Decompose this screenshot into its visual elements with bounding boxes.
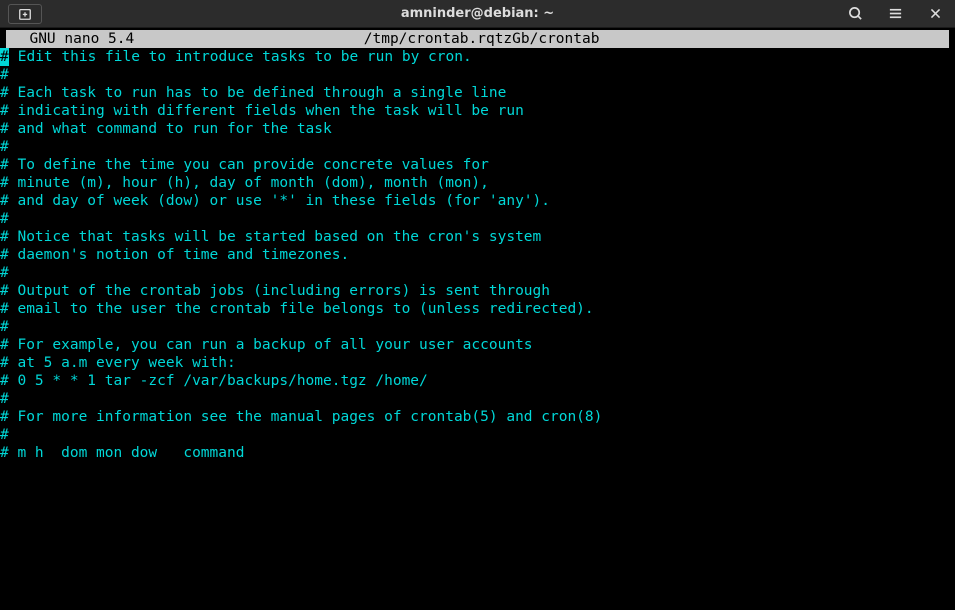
line-text: 0 5 * * 1 tar -zcf /var/backups/home.tgz… <box>17 373 427 389</box>
editor-line: # daemon's notion of time and timezones. <box>0 246 955 264</box>
line-text: For more information see the manual page… <box>17 409 602 425</box>
editor-line: # <box>0 426 955 444</box>
editor-line: # minute (m), hour (h), day of month (do… <box>0 174 955 192</box>
editor-line: # <box>0 264 955 282</box>
cursor: # <box>0 48 9 66</box>
nano-filepath: /tmp/crontab.rqtzGb/crontab <box>14 30 949 48</box>
search-icon <box>848 6 863 21</box>
new-tab-button[interactable] <box>8 4 42 24</box>
editor-line: # and day of week (dow) or use '*' in th… <box>0 192 955 210</box>
line-text: m h dom mon dow command <box>17 445 244 461</box>
editor-line: # 0 5 * * 1 tar -zcf /var/backups/home.t… <box>0 372 955 390</box>
hamburger-icon <box>888 6 903 21</box>
editor-line: # <box>0 138 955 156</box>
editor-line: # To define the time you can provide con… <box>0 156 955 174</box>
editor-line: # <box>0 66 955 84</box>
line-text: Edit this file to introduce tasks to be … <box>18 49 472 65</box>
new-tab-icon <box>18 7 32 21</box>
window-titlebar: amninder@debian: ~ <box>0 0 955 28</box>
editor-line: # <box>0 390 955 408</box>
editor-line: # For more information see the manual pa… <box>0 408 955 426</box>
editor-line: # at 5 a.m every week with: <box>0 354 955 372</box>
editor-line: # <box>0 210 955 228</box>
line-text: For example, you can run a backup of all… <box>17 337 532 353</box>
editor-line: # For example, you can run a backup of a… <box>0 336 955 354</box>
terminal-area[interactable]: GNU nano 5.4 /tmp/crontab.rqtzGb/crontab… <box>0 30 955 462</box>
editor-line: # and what command to run for the task <box>0 120 955 138</box>
editor-line: # Output of the crontab jobs (including … <box>0 282 955 300</box>
line-text: email to the user the crontab file belon… <box>17 301 593 317</box>
nano-header-bar: GNU nano 5.4 /tmp/crontab.rqtzGb/crontab <box>6 30 949 48</box>
line-text: Notice that tasks will be started based … <box>17 229 541 245</box>
editor-line: # indicating with different fields when … <box>0 102 955 120</box>
editor-line: # Notice that tasks will be started base… <box>0 228 955 246</box>
line-text: and day of week (dow) or use '*' in thes… <box>17 193 550 209</box>
menu-button[interactable] <box>875 0 915 28</box>
line-text: minute (m), hour (h), day of month (dom)… <box>17 175 488 191</box>
line-text: Each task to run has to be defined throu… <box>17 85 506 101</box>
editor-content[interactable]: # Edit this file to introduce tasks to b… <box>0 48 955 462</box>
editor-line: # Each task to run has to be defined thr… <box>0 84 955 102</box>
editor-line: # email to the user the crontab file bel… <box>0 300 955 318</box>
line-text: and what command to run for the task <box>17 121 331 137</box>
close-icon <box>929 7 942 20</box>
line-text: indicating with different fields when th… <box>17 103 523 119</box>
editor-line: # Edit this file to introduce tasks to b… <box>0 48 955 66</box>
line-text: To define the time you can provide concr… <box>17 157 488 173</box>
line-text: at 5 a.m every week with: <box>17 355 235 371</box>
editor-line: # <box>0 318 955 336</box>
window-title: amninder@debian: ~ <box>401 6 554 21</box>
line-text: Output of the crontab jobs (including er… <box>17 283 550 299</box>
close-button[interactable] <box>915 0 955 28</box>
line-text: daemon's notion of time and timezones. <box>17 247 349 263</box>
search-button[interactable] <box>835 0 875 28</box>
editor-line: # m h dom mon dow command <box>0 444 955 462</box>
